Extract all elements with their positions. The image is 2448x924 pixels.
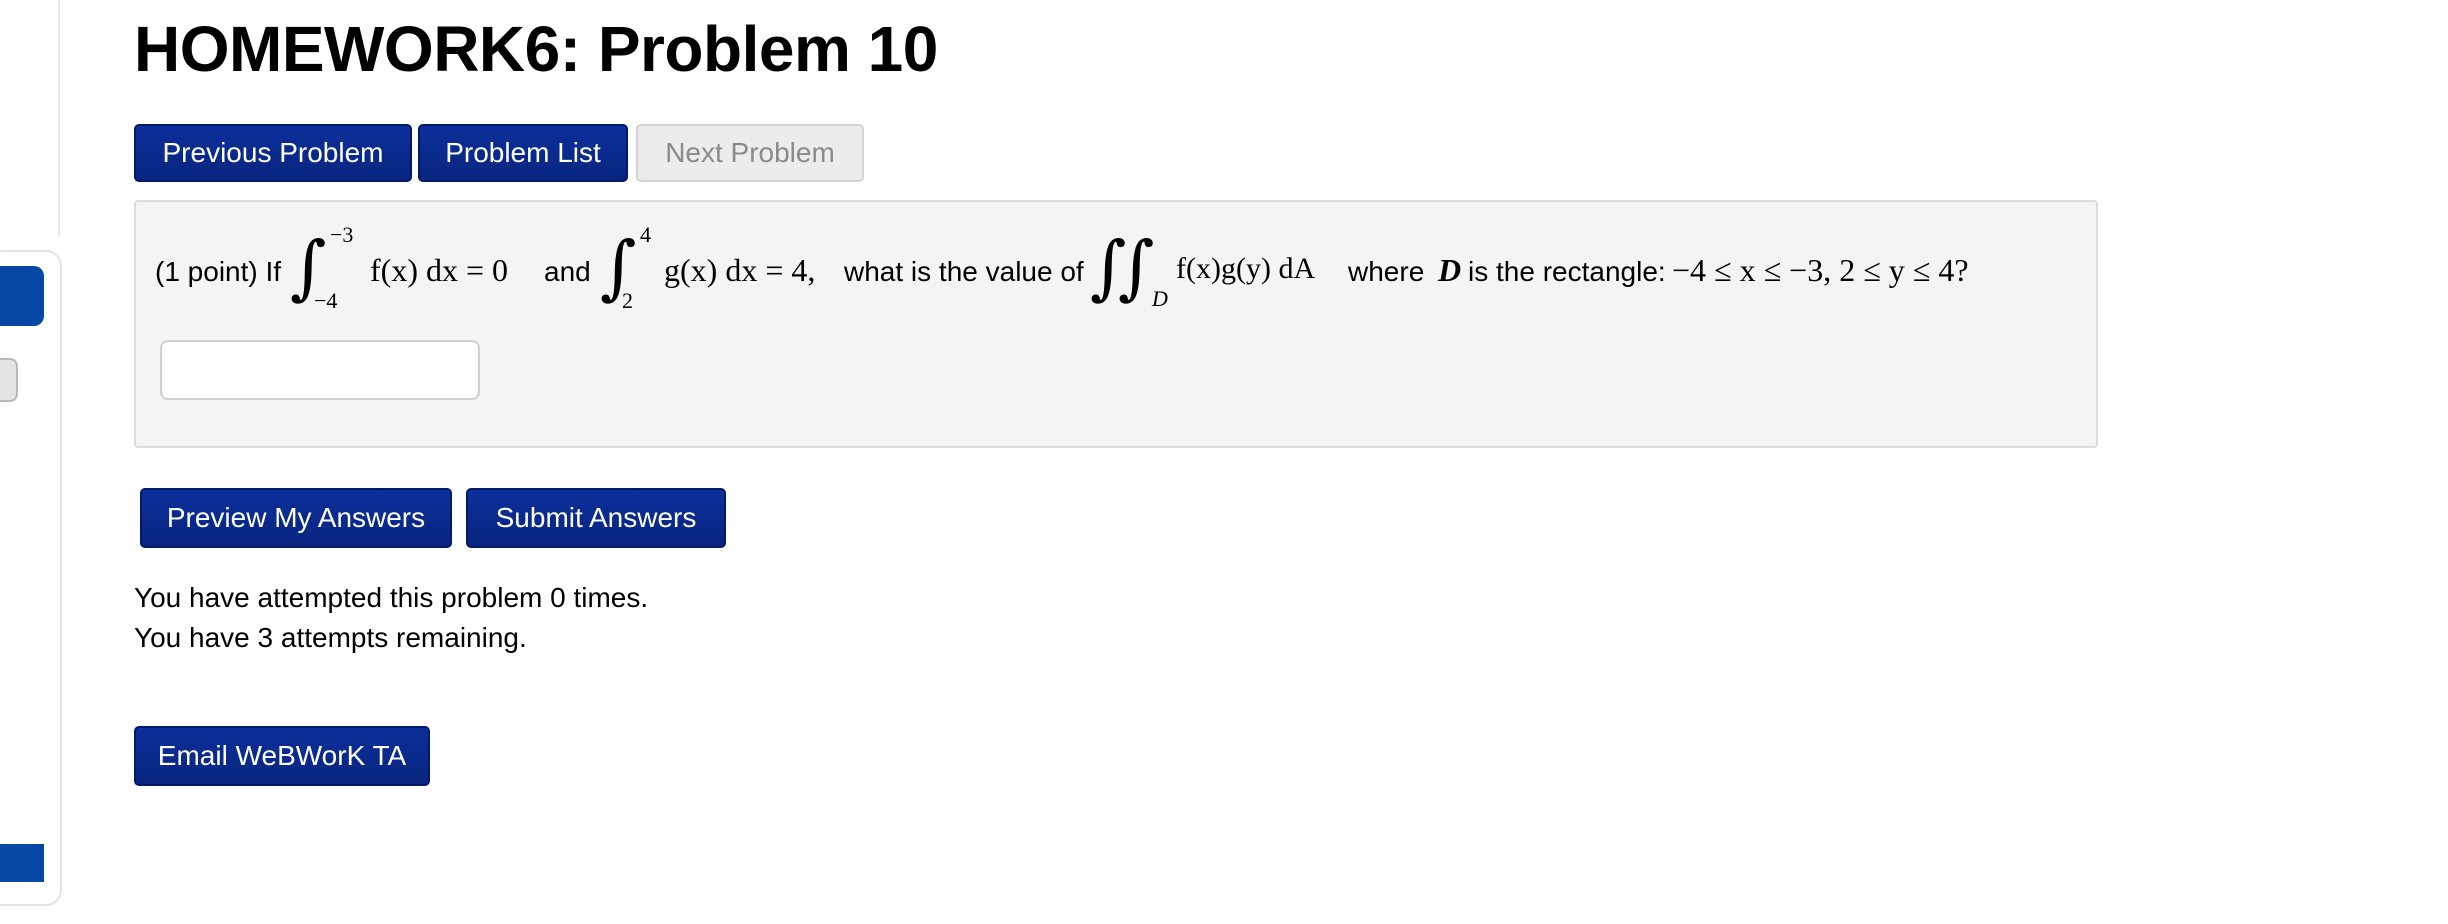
next-problem-button: Next Problem	[636, 124, 864, 182]
integral2-lower-limit: 2	[622, 288, 633, 313]
sidebar-bottom-item[interactable]	[0, 844, 44, 882]
sidebar-top-panel	[0, 0, 60, 236]
rectangle-text: is the rectangle:	[1468, 256, 1666, 287]
region-variable: D	[1438, 252, 1462, 288]
integral1-upper-limit: −3	[330, 222, 354, 247]
integral2-upper-limit: 4	[640, 222, 651, 247]
sidebar-nav-panel	[0, 250, 62, 906]
and-text: and	[544, 256, 591, 287]
integral1-lower-limit: −4	[314, 288, 338, 313]
previous-problem-button[interactable]: Previous Problem	[134, 124, 412, 182]
submit-answers-button[interactable]: Submit Answers	[466, 488, 726, 548]
sidebar-active-item[interactable]	[0, 266, 44, 326]
double-integral-integrand: f(x)g(y) dA	[1176, 252, 1316, 285]
attempts-remaining-text: You have 3 attempts remaining.	[134, 622, 527, 653]
page-title: HOMEWORK6: Problem 10	[134, 13, 938, 85]
preview-answers-button[interactable]: Preview My Answers	[140, 488, 452, 548]
question-text: what is the value of	[844, 256, 1084, 287]
where-text: where	[1348, 256, 1425, 287]
integral1-integrand: f(x) dx = 0	[370, 252, 509, 288]
double-integral-region: D	[1152, 286, 1168, 311]
attempts-made-text: You have attempted this problem 0 times.	[134, 582, 649, 613]
answer-input[interactable]	[160, 340, 480, 400]
region-inequality: −4 ≤ x ≤ −3, 2 ≤ y ≤ 4?	[1672, 252, 1969, 288]
integral-sign: ∫	[1118, 226, 1155, 308]
problem-list-button[interactable]: Problem List	[418, 124, 628, 182]
points-prefix: (1 point) If	[155, 256, 282, 287]
integral2-integrand: g(x) dx = 4,	[664, 252, 816, 288]
email-ta-button[interactable]: Email WeBWorK TA	[134, 726, 430, 786]
sidebar-toggle-button[interactable]	[0, 358, 18, 402]
problem-text: (1 point) If ∫ −3 −4 f(x) dx = 0 and ∫ 4…	[152, 222, 2052, 316]
